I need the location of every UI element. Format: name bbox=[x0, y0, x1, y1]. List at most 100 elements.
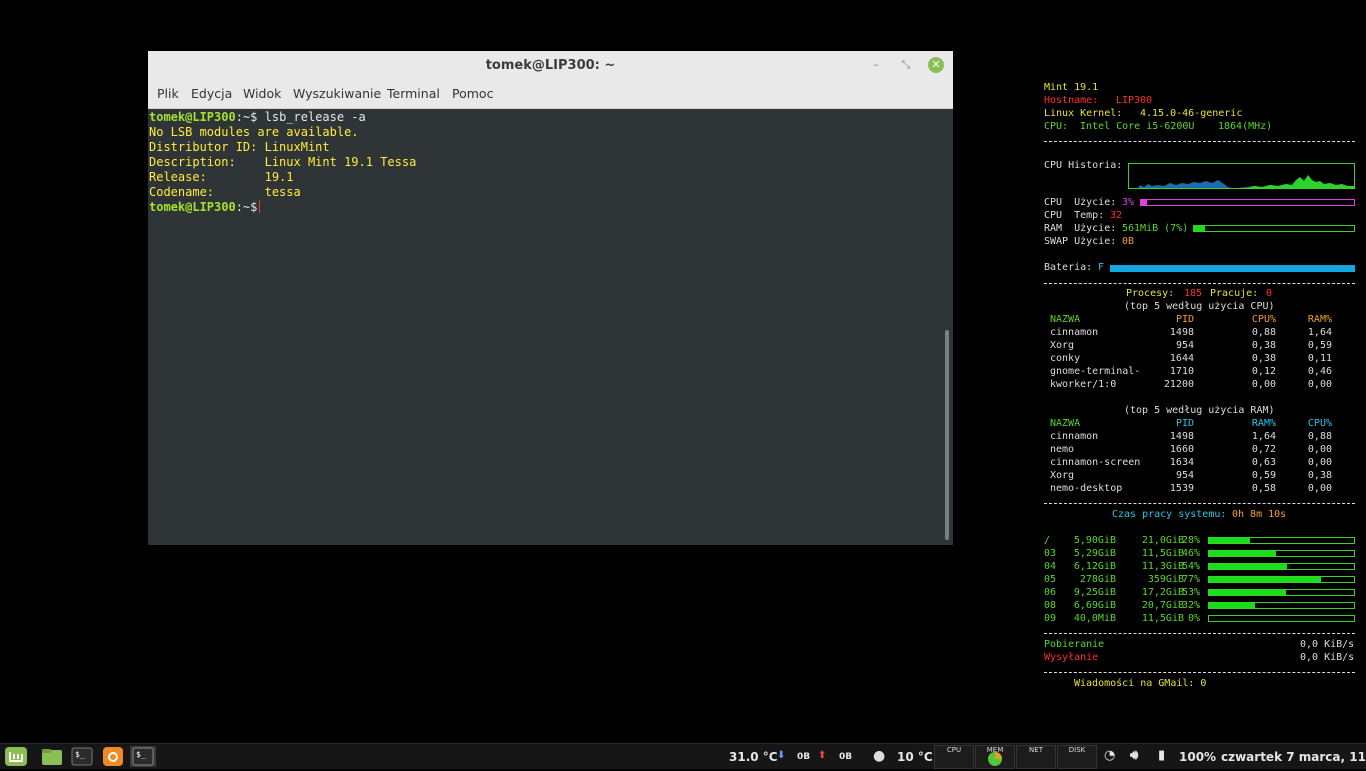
cpu-model-value: Intel Core i5-6200U bbox=[1080, 121, 1195, 132]
uptime-value: 0h 8m 10s bbox=[1232, 509, 1287, 520]
battery-percent[interactable]: 100% bbox=[1179, 750, 1216, 764]
mint-menu-button[interactable] bbox=[4, 746, 28, 767]
prompt-user: tomek@LIP300 bbox=[149, 110, 236, 124]
top-ram-title: (top 5 według użycia RAM) bbox=[1124, 405, 1275, 416]
table-cell: 0,72 bbox=[1251, 444, 1276, 455]
battery-bar bbox=[1110, 265, 1355, 272]
terminal-window[interactable]: tomek@LIP300: ~ – ⤡ ✕ Plik Edycja Widok … bbox=[148, 51, 953, 545]
close-button[interactable]: ✕ bbox=[928, 57, 944, 73]
separator bbox=[1044, 141, 1355, 142]
cpu-history-graph bbox=[1128, 163, 1355, 189]
separator bbox=[1044, 283, 1355, 284]
maximize-button[interactable]: ⤡ bbox=[898, 57, 914, 73]
cpu-monitor-applet[interactable]: CPU bbox=[934, 745, 974, 769]
table-cell: 954 bbox=[1175, 340, 1194, 351]
table-cell: nemo bbox=[1050, 444, 1075, 455]
cpu-temp-applet[interactable]: 31.0 °C bbox=[729, 750, 778, 764]
cpu-usage-value: 3% bbox=[1122, 197, 1135, 208]
terminal-icon: $_ bbox=[132, 747, 154, 766]
command-text: lsb_release -a bbox=[257, 110, 366, 124]
window-title: tomek@LIP300: ~ bbox=[485, 58, 616, 73]
mint-logo-icon bbox=[5, 747, 27, 766]
net-down-value: 0B bbox=[797, 752, 811, 762]
column-header: CPU% bbox=[1307, 418, 1332, 429]
terminal-output[interactable]: tomek@LIP300:~$ lsb_release -a No LSB mo… bbox=[148, 108, 953, 545]
menu-pomoc[interactable]: Pomoc bbox=[452, 86, 493, 101]
kernel-label: Linux Kernel: bbox=[1044, 108, 1123, 119]
disk-usage-bar bbox=[1208, 537, 1355, 544]
prompt-path: :~$ bbox=[235, 110, 258, 124]
disk-percent: 53% bbox=[1181, 587, 1200, 598]
os-name: Mint 19.1 bbox=[1044, 82, 1099, 93]
net-monitor-applet[interactable]: NET bbox=[1016, 745, 1056, 769]
table-cell: 0,46 bbox=[1307, 366, 1332, 377]
disk-percent: 0% bbox=[1187, 613, 1200, 624]
table-cell: 1498 bbox=[1169, 327, 1194, 338]
table-cell: 0,00 bbox=[1307, 444, 1332, 455]
title-bar[interactable]: tomek@LIP300: ~ – ⤡ ✕ bbox=[148, 51, 953, 79]
column-header: PID bbox=[1175, 418, 1194, 429]
cpu-usage-label: CPU Użycie: bbox=[1044, 197, 1117, 208]
disk-used: 40,0MiB bbox=[1073, 613, 1116, 624]
download-label: Pobieranie bbox=[1044, 639, 1105, 650]
disk-usage-fill bbox=[1209, 577, 1321, 582]
menu-edycja[interactable]: Edycja bbox=[191, 86, 232, 101]
disk-name: 09 bbox=[1044, 613, 1057, 624]
table-cell: 1710 bbox=[1169, 366, 1194, 377]
monitor-label: CPU bbox=[946, 746, 962, 754]
terminal-launcher[interactable]: $_ bbox=[70, 746, 94, 767]
disk-name: 05 bbox=[1044, 574, 1057, 585]
weather-icon[interactable]: ● bbox=[873, 748, 885, 764]
menu-wyszukiwanie[interactable]: Wyszukiwanie bbox=[293, 86, 381, 101]
disk-used: 5,29GiB bbox=[1073, 548, 1116, 559]
output-line: Release: 19.1 bbox=[149, 170, 294, 184]
menu-widok[interactable]: Widok bbox=[243, 86, 281, 101]
disk-usage-fill bbox=[1209, 564, 1287, 569]
disk-used: 5,90GiB bbox=[1073, 535, 1116, 546]
disk-usage-bar bbox=[1208, 615, 1355, 622]
battery-icon[interactable]: ▮ bbox=[1158, 748, 1165, 763]
disk-usage-bar bbox=[1208, 576, 1355, 583]
mem-pie-icon bbox=[988, 752, 1002, 766]
table-cell: 21200 bbox=[1163, 379, 1194, 390]
weather-temp[interactable]: 10 °C bbox=[897, 750, 933, 764]
column-header: RAM% bbox=[1251, 418, 1276, 429]
download-arrow-icon: ⬇ bbox=[777, 750, 786, 761]
clock[interactable]: czwartek 7 marca, 11:30 bbox=[1221, 750, 1366, 764]
disk-usage-bar bbox=[1208, 589, 1355, 596]
menu-plik[interactable]: Plik bbox=[157, 86, 179, 101]
upload-label: Wysyłanie bbox=[1044, 652, 1099, 663]
mem-monitor-applet[interactable]: MEM bbox=[975, 745, 1015, 769]
table-cell: Xorg bbox=[1050, 340, 1075, 351]
table-cell: 0,88 bbox=[1307, 431, 1332, 442]
kernel-value: 4.15.0-46-generic bbox=[1140, 108, 1243, 119]
firefox-icon bbox=[103, 747, 123, 766]
scrollbar[interactable] bbox=[945, 330, 949, 540]
separator bbox=[1044, 633, 1355, 634]
disk-usage-bar bbox=[1208, 550, 1355, 557]
cpu-model-label: CPU: bbox=[1044, 121, 1069, 132]
firefox-launcher[interactable] bbox=[101, 746, 125, 767]
minimize-button[interactable]: – bbox=[868, 57, 884, 73]
procs-value: 185 bbox=[1184, 288, 1203, 299]
disk-percent: 32% bbox=[1181, 600, 1200, 611]
separator bbox=[1044, 503, 1355, 504]
disk-percent: 54% bbox=[1181, 561, 1200, 572]
disk-monitor-applet[interactable]: DISK bbox=[1057, 745, 1097, 769]
disk-usage-bar bbox=[1208, 563, 1355, 570]
wifi-icon[interactable]: ◔ bbox=[1104, 748, 1115, 763]
monitor-label: NET bbox=[1029, 746, 1043, 754]
table-cell: 1660 bbox=[1169, 444, 1194, 455]
menu-terminal[interactable]: Terminal bbox=[387, 86, 440, 101]
running-value: 0 bbox=[1266, 288, 1273, 299]
table-cell: 1,64 bbox=[1251, 431, 1276, 442]
volume-icon[interactable]: 🔊︎ bbox=[1130, 748, 1138, 763]
disk-usage-fill bbox=[1209, 551, 1276, 556]
files-launcher[interactable] bbox=[40, 746, 64, 767]
table-cell: gnome-terminal- bbox=[1050, 366, 1141, 377]
table-cell: 0,38 bbox=[1251, 340, 1276, 351]
output-line: Description: Linux Mint 19.1 Tessa bbox=[149, 155, 417, 169]
table-cell: 0,00 bbox=[1307, 483, 1332, 494]
top-cpu-title: (top 5 według użycia CPU) bbox=[1124, 301, 1275, 312]
terminal-task[interactable]: $_ bbox=[130, 746, 156, 767]
